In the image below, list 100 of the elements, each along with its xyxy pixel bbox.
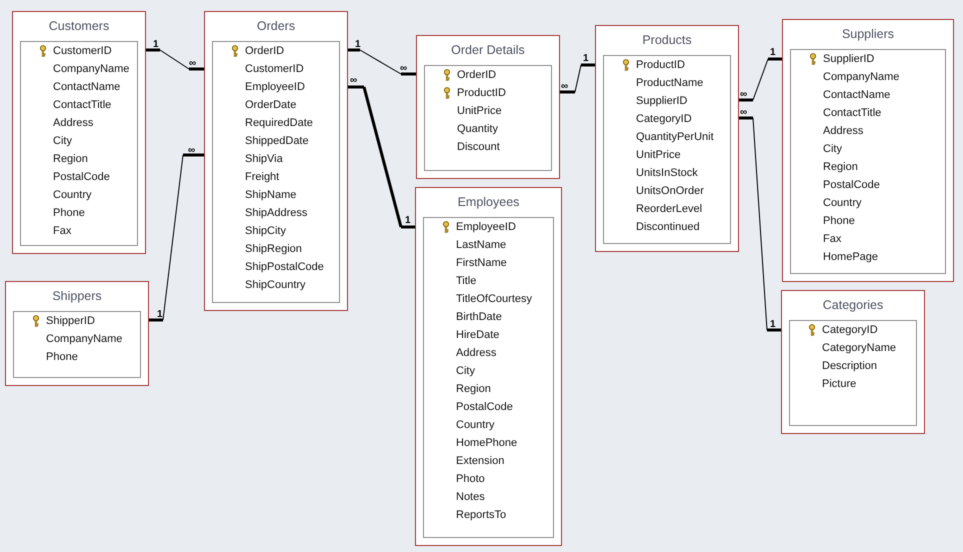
table-title: Employees [456,194,520,212]
field-name[interactable]: City [456,362,475,380]
field-name[interactable]: ProductID [636,56,685,74]
field-name[interactable]: ReportsTo [456,506,506,524]
field-name[interactable]: UnitsOnOrder [636,182,704,200]
table-window[interactable]: Suppliers SupplierID CompanyName ContactName ContactTitle Address City Region PostalCode Country Phone Fax HomePage [782,19,954,282]
field-name[interactable]: QuantityPerUnit [636,128,714,146]
field-name[interactable]: EmployeeID [456,218,516,236]
field-name[interactable]: ShipperID [46,312,95,330]
field-name[interactable]: SupplierID [636,92,688,110]
field-name[interactable]: CompanyName [53,60,130,78]
relationship-line[interactable] [738,116,781,332]
field-name[interactable]: Region [456,380,491,398]
field-name[interactable]: ShipName [245,186,296,204]
field-name[interactable]: FirstName [456,254,507,272]
table-window[interactable]: Categories CategoryID CategoryName Description Picture [781,290,925,434]
table-title: Categories [822,297,884,314]
field-name[interactable]: ShipAddress [245,204,308,222]
field-name[interactable]: Address [53,114,94,132]
field-name[interactable]: OrderDate [245,96,296,114]
field-name[interactable]: Fax [823,230,842,248]
field-name[interactable]: OrderID [245,42,284,60]
relationship-line[interactable] [347,86,415,228]
field-name[interactable]: Country [456,416,495,434]
field-name[interactable]: Region [53,150,88,168]
field-name[interactable]: Description [822,358,878,374]
field-name[interactable]: TitleOfCourtesy [456,290,532,308]
many-label: ∞ [188,146,196,156]
field-name[interactable]: Phone [53,204,85,222]
table-window[interactable]: Products ProductID ProductName SupplierID CategoryID QuantityPerUnit UnitPrice UnitsInStock UnitsOnOrder ReorderLevel Discontinued [595,25,739,252]
field-name[interactable]: ProductID [457,84,506,102]
field-name[interactable]: ShipRegion [245,240,302,258]
table-window[interactable]: Order Details OrderID ProductID UnitPrice Quantity Discount [416,35,560,179]
field-name[interactable]: ShipPostalCode [245,258,324,276]
table-window[interactable]: Employees EmployeeID LastName FirstName Title TitleOfCourtesy BirthDate HireDate Address City Region PostalCode Country HomePhone Extension Photo Notes ReportsTo [415,187,562,546]
field-name[interactable]: City [823,140,842,158]
relationship-line[interactable] [347,48,416,76]
field-name[interactable]: ShipVia [245,150,283,168]
field-name[interactable]: Notes [456,488,485,506]
field-name[interactable]: Region [823,158,858,176]
field-name[interactable]: UnitPrice [636,146,681,164]
field-name[interactable]: CustomerID [245,60,304,78]
field-name[interactable]: ContactName [823,86,890,104]
table-window[interactable]: Customers CustomerID CompanyName ContactName ContactTitle Address City Region PostalCode Country Phone Fax [12,11,146,254]
field-name[interactable]: Country [823,194,862,212]
field-name[interactable]: ShipCountry [245,276,306,294]
relationship-line[interactable] [559,64,595,94]
field-name[interactable]: Country [53,186,92,204]
field-name[interactable]: BirthDate [456,308,502,326]
field-name[interactable]: CompanyName [46,330,122,348]
one-label: 1 [355,40,361,50]
table-window[interactable]: Shippers ShipperID CompanyName Phone [5,281,149,386]
field-name[interactable]: Quantity [457,120,498,138]
field-name[interactable]: Title [456,272,476,290]
field-name[interactable]: Discount [457,138,500,156]
field-name[interactable]: CategoryName [822,340,896,356]
field-name[interactable]: ShipCity [245,222,286,240]
field-name[interactable]: City [53,132,72,150]
field-name[interactable]: CategoryID [636,110,692,128]
field-name[interactable]: SupplierID [823,50,874,68]
field-name[interactable]: CustomerID [53,42,112,60]
field-name[interactable]: HomePhone [456,434,518,452]
field-name[interactable]: Fax [53,222,72,240]
field-name[interactable]: ProductName [636,74,704,92]
table-window[interactable]: Orders OrderID CustomerID EmployeeID OrderDate RequiredDate ShippedDate ShipVia Freight ShipName ShipAddress ShipCity ShipRegion ShipPostalCode ShipCountry [204,11,348,311]
field-name[interactable]: Discontinued [636,218,700,236]
field-name[interactable]: OrderID [457,66,496,84]
field-name[interactable]: CompanyName [823,68,900,86]
field-name[interactable]: Address [456,344,496,362]
field-name[interactable]: CategoryID [822,322,878,338]
many-label: ∞ [400,64,408,74]
field-name[interactable]: RequiredDate [245,114,313,132]
field-name[interactable]: UnitPrice [457,102,502,120]
field-name[interactable]: PostalCode [456,398,513,416]
field-name[interactable]: LastName [456,236,506,254]
field-name[interactable]: UnitsInStock [636,164,698,182]
field-name[interactable]: Photo [456,470,485,488]
field-name[interactable]: Address [823,122,864,140]
table-title: Suppliers [840,26,896,44]
field-name[interactable]: ContactTitle [53,96,112,114]
relationship-line[interactable] [738,58,782,102]
field-name[interactable]: Extension [456,452,504,470]
relationship-line[interactable] [148,154,204,322]
many-label: ∞ [189,59,196,69]
field-name[interactable]: ContactName [53,78,120,96]
relationship-line[interactable] [145,48,204,70]
field-name[interactable]: ContactTitle [823,104,882,122]
many-label: ∞ [561,82,568,92]
field-name[interactable]: HireDate [456,326,500,344]
field-name[interactable]: PostalCode [823,176,880,194]
field-name[interactable]: HomePage [823,248,878,266]
field-name[interactable]: EmployeeID [245,78,305,96]
field-name[interactable]: ReorderLevel [636,200,702,218]
field-name[interactable]: ShippedDate [245,132,309,150]
field-name[interactable]: PostalCode [53,168,110,186]
field-name[interactable]: Picture [822,376,856,392]
field-name[interactable]: Phone [823,212,855,230]
field-name[interactable]: Phone [46,348,78,366]
table-title: Products [641,32,693,50]
field-name[interactable]: Freight [245,168,280,186]
